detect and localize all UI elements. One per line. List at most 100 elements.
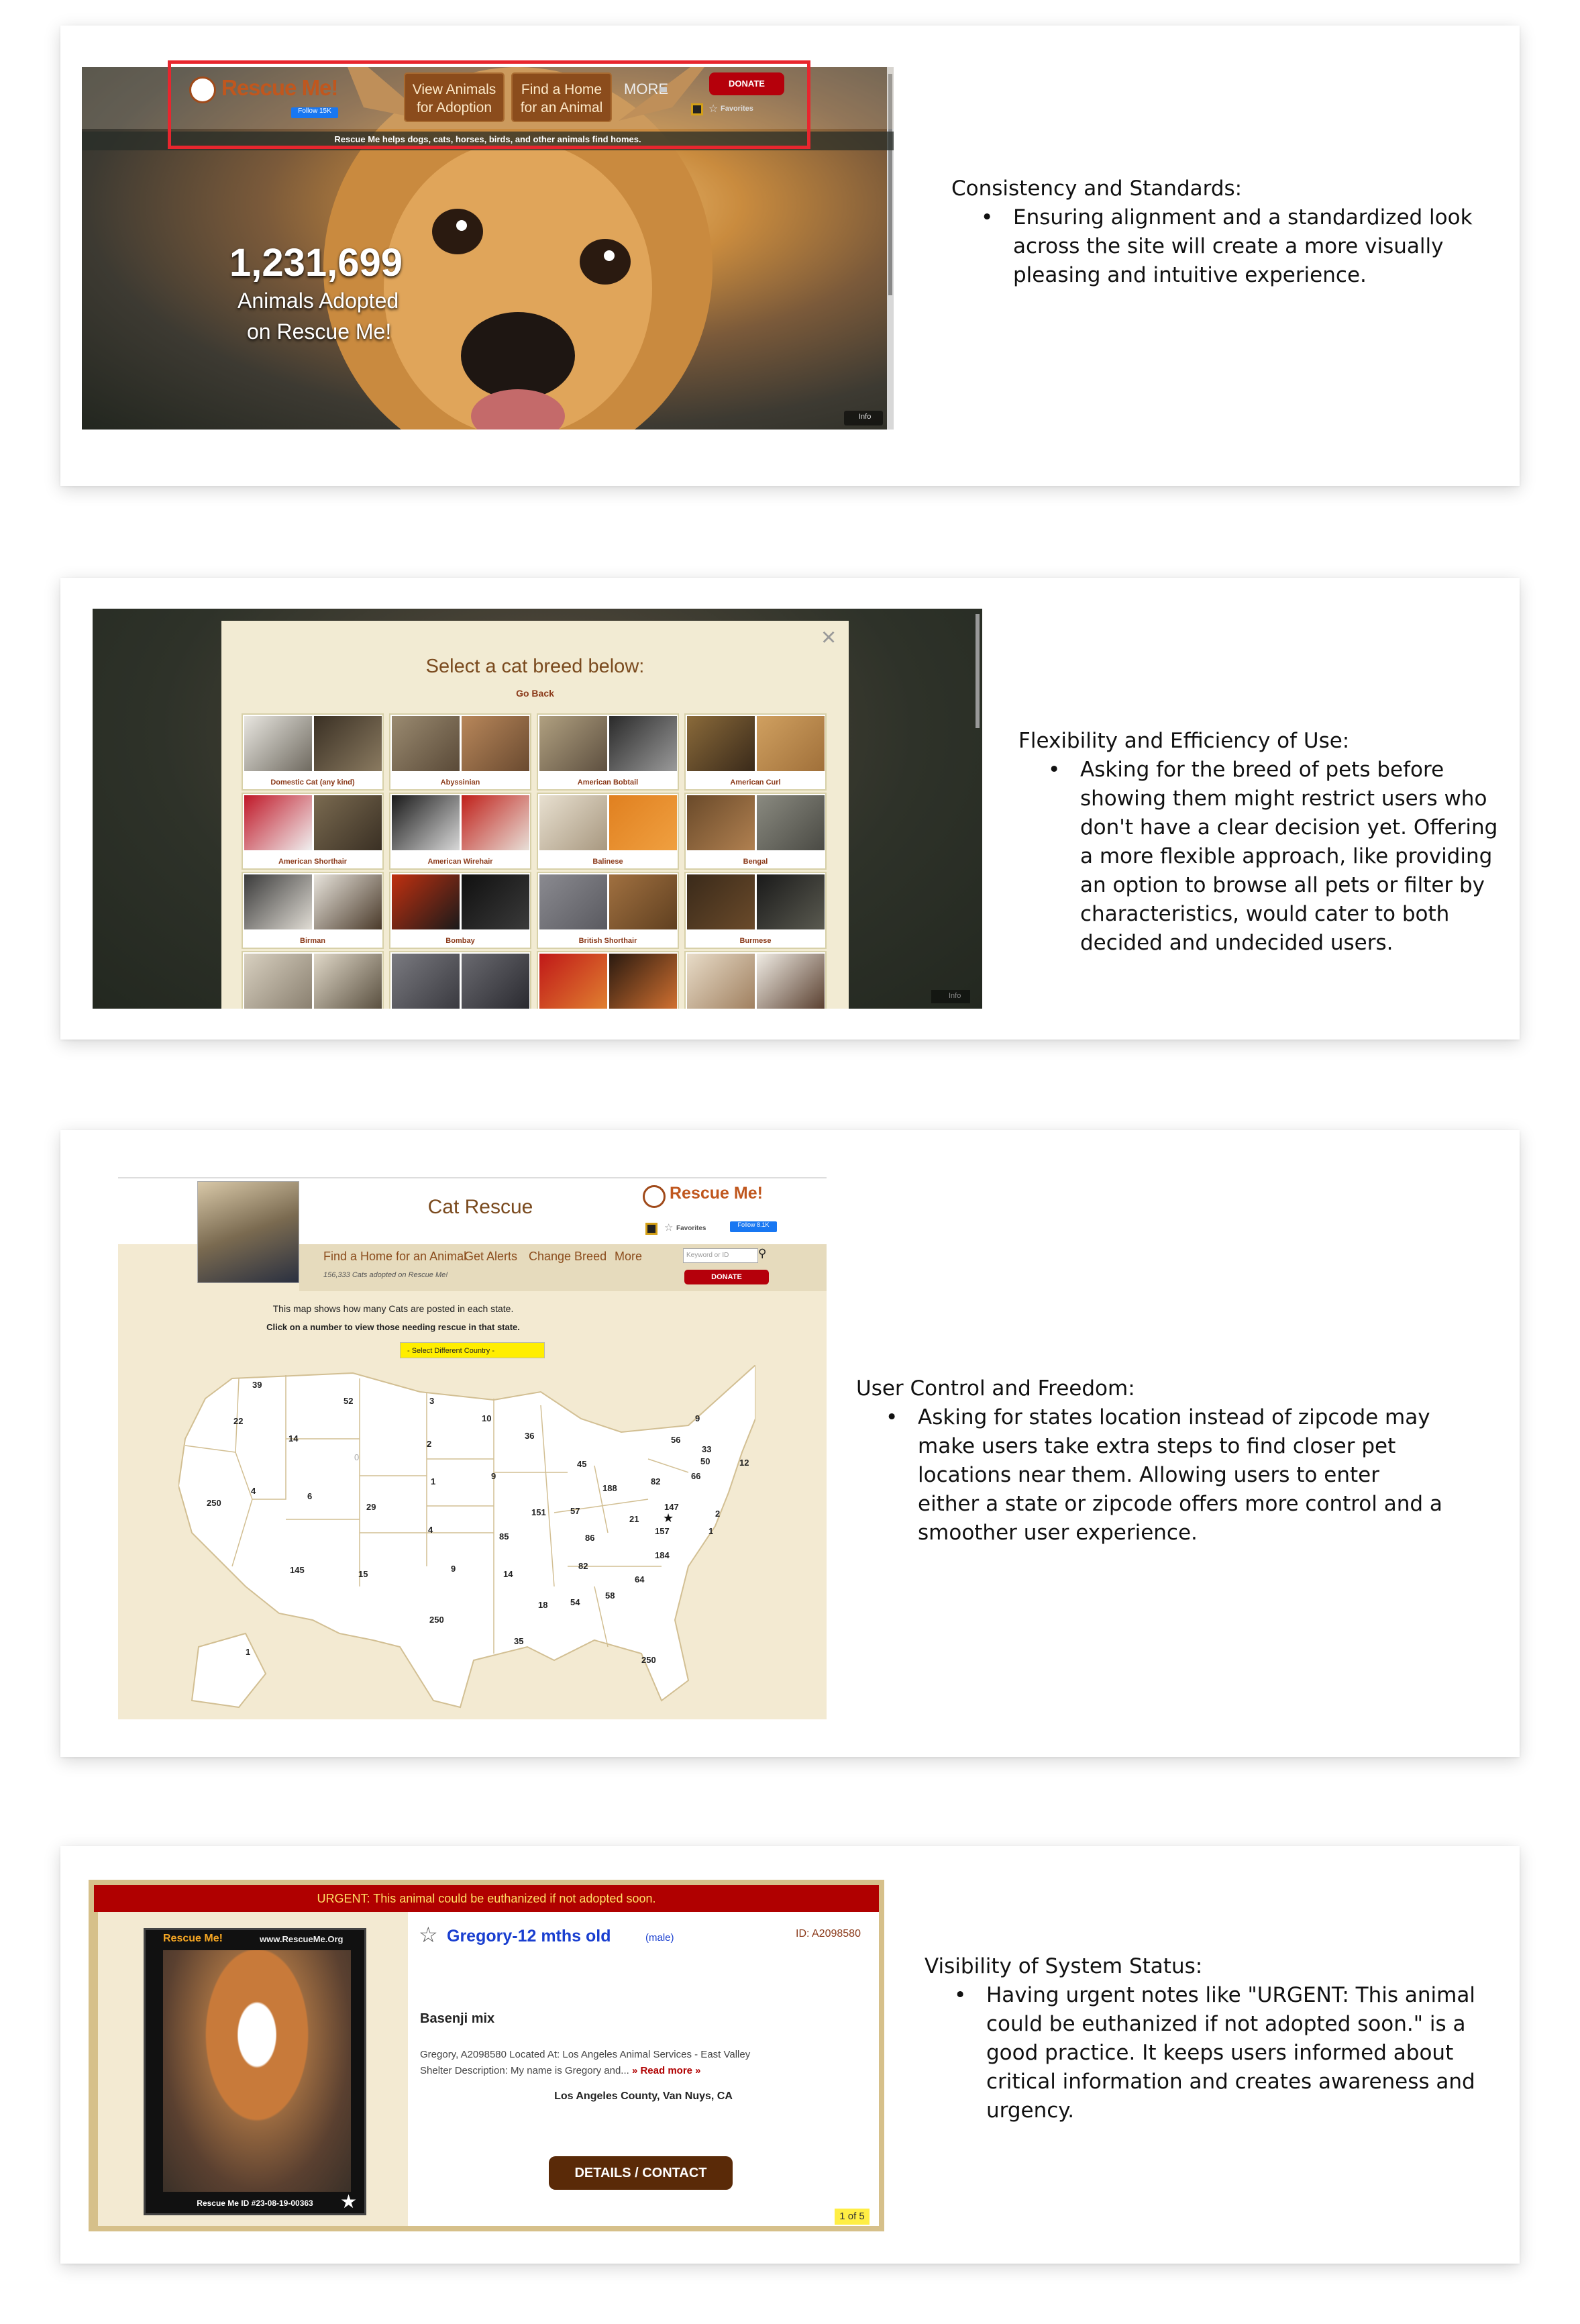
- nav-change-breed[interactable]: Change Breed: [529, 1250, 607, 1264]
- breed-cell[interactable]: Domestic Cat (any kind): [242, 713, 384, 791]
- breed-cell[interactable]: Balinese: [537, 793, 679, 870]
- pet-photo-card[interactable]: Rescue Me! www.RescueMe.Org Rescue Me ID…: [144, 1928, 366, 2215]
- favorites-link[interactable]: Favorites: [676, 1225, 706, 1232]
- pager[interactable]: 1 of 5: [835, 2209, 870, 2225]
- state-count[interactable]: 0: [354, 1452, 359, 1462]
- breed-cell[interactable]: Burmese: [684, 872, 827, 949]
- breed-cell[interactable]: American Shorthair: [242, 793, 384, 870]
- state-count[interactable]: 18: [538, 1600, 547, 1610]
- state-count[interactable]: 145: [290, 1565, 305, 1575]
- breed-cell[interactable]: British Shorthair: [537, 872, 679, 949]
- breed-cell[interactable]: [684, 951, 827, 1009]
- heuristic-note-consistency: Consistency and Standards: Ensuring alig…: [951, 174, 1488, 290]
- state-count[interactable]: 57: [570, 1506, 580, 1516]
- state-count[interactable]: 6: [307, 1491, 312, 1501]
- state-count[interactable]: 35: [514, 1636, 523, 1646]
- state-count[interactable]: 250: [641, 1655, 656, 1665]
- state-count[interactable]: 14: [503, 1569, 513, 1579]
- state-count[interactable]: 15: [358, 1569, 368, 1579]
- close-icon[interactable]: ×: [821, 625, 836, 650]
- state-count[interactable]: 3: [429, 1396, 434, 1406]
- donate-button[interactable]: DONATE: [684, 1270, 769, 1284]
- scrollbar[interactable]: [976, 614, 980, 728]
- state-count[interactable]: 9: [451, 1564, 456, 1574]
- state-count[interactable]: 250: [429, 1615, 444, 1625]
- state-count[interactable]: 4: [251, 1486, 256, 1496]
- language-icon[interactable]: [645, 1223, 657, 1235]
- state-count[interactable]: 56: [671, 1435, 680, 1445]
- info-camera-icon[interactable]: Info: [844, 411, 883, 425]
- heuristic-note-user-control: User Control and Freedom: Asking for sta…: [856, 1374, 1446, 1548]
- breed-cell[interactable]: Abyssinian: [389, 713, 531, 791]
- state-count[interactable]: 250: [207, 1498, 221, 1508]
- heuristic-heading: User Control and Freedom:: [856, 1376, 1135, 1401]
- state-count[interactable]: 52: [344, 1396, 353, 1406]
- state-count[interactable]: 157: [655, 1526, 670, 1536]
- search-input[interactable]: Keyword or ID: [683, 1248, 758, 1263]
- state-count[interactable]: 2: [427, 1439, 431, 1449]
- pet-sex: (male): [645, 1932, 674, 1943]
- breed-cell[interactable]: [389, 951, 531, 1009]
- highlight-box: [168, 60, 810, 149]
- nav-find-home[interactable]: Find a Home for an Animal: [323, 1250, 466, 1264]
- state-count[interactable]: 147: [664, 1502, 679, 1512]
- state-count[interactable]: 22: [233, 1416, 243, 1426]
- breed-cell[interactable]: American Wirehair: [389, 793, 531, 870]
- state-count[interactable]: 9: [695, 1413, 700, 1423]
- breed-cell[interactable]: Bombay: [389, 872, 531, 949]
- go-back-link[interactable]: Go Back: [221, 688, 849, 699]
- adopted-label-2: on Rescue Me!: [247, 319, 392, 344]
- follow-button[interactable]: Follow 8.1K: [730, 1221, 777, 1232]
- nav-get-alerts[interactable]: Get Alerts: [464, 1250, 517, 1264]
- nav-more[interactable]: More: [615, 1250, 642, 1264]
- breed-label: American Wirehair: [427, 858, 493, 866]
- breed-label: Domestic Cat (any kind): [270, 778, 355, 787]
- card-consistency: Rescue Me helps dogs, cats, horses, bird…: [60, 26, 1520, 486]
- state-count[interactable]: 36: [525, 1431, 534, 1441]
- state-count[interactable]: 45: [577, 1459, 586, 1469]
- state-count[interactable]: 86: [585, 1533, 594, 1543]
- breed-cell[interactable]: Bengal: [684, 793, 827, 870]
- details-contact-button[interactable]: DETAILS / CONTACT: [549, 2156, 733, 2190]
- read-more-link[interactable]: » Read more »: [632, 2065, 701, 2076]
- state-count[interactable]: 39: [252, 1380, 262, 1390]
- state-count[interactable]: 29: [366, 1502, 376, 1512]
- state-count[interactable]: 66: [691, 1471, 700, 1481]
- state-count[interactable]: 1: [708, 1526, 713, 1536]
- state-count[interactable]: 54: [570, 1597, 580, 1607]
- breed-cell[interactable]: American Curl: [684, 713, 827, 791]
- state-count[interactable]: 1: [246, 1647, 250, 1657]
- state-count[interactable]: 33: [702, 1444, 711, 1454]
- state-count[interactable]: 10: [482, 1413, 491, 1423]
- state-count[interactable]: 188: [602, 1483, 617, 1493]
- state-count[interactable]: 50: [700, 1456, 710, 1466]
- state-count[interactable]: 64: [635, 1574, 644, 1584]
- state-count[interactable]: 9: [491, 1471, 496, 1481]
- state-count[interactable]: 4: [428, 1525, 433, 1535]
- state-count[interactable]: 82: [578, 1561, 588, 1571]
- state-count[interactable]: 82: [651, 1476, 660, 1486]
- state-count[interactable]: 12: [739, 1458, 749, 1468]
- breed-cell[interactable]: Birman: [242, 872, 384, 949]
- breed-cell[interactable]: American Bobtail: [537, 713, 679, 791]
- breed-cell[interactable]: [537, 951, 679, 1009]
- country-select[interactable]: - Select Different Country -: [400, 1342, 545, 1358]
- breed-grid: Domestic Cat (any kind) Abyssinian Ameri…: [239, 713, 829, 1009]
- state-count[interactable]: 58: [605, 1590, 615, 1601]
- state-count[interactable]: 184: [655, 1550, 670, 1560]
- favorite-star-icon[interactable]: ★: [340, 2190, 357, 2213]
- search-icon[interactable]: ⚲: [758, 1247, 766, 1260]
- site-logo[interactable]: Rescue Me!: [670, 1184, 763, 1203]
- breed-cell[interactable]: [242, 951, 384, 1009]
- favorite-outline-icon[interactable]: ☆: [419, 1924, 438, 1946]
- state-count[interactable]: 1: [431, 1476, 435, 1486]
- heuristic-bullet: Asking for the breed of pets before show…: [1048, 756, 1515, 958]
- pet-name[interactable]: Gregory-12 mths old: [447, 1927, 611, 1946]
- state-count[interactable]: 14: [288, 1433, 298, 1444]
- info-camera-icon[interactable]: Info: [931, 990, 970, 1003]
- state-count[interactable]: 85: [499, 1531, 509, 1542]
- state-count[interactable]: 21: [629, 1514, 639, 1524]
- state-count[interactable]: 151: [531, 1507, 546, 1517]
- heuristic-heading: Flexibility and Efficiency of Use:: [1018, 729, 1350, 753]
- state-count[interactable]: 2: [715, 1509, 720, 1519]
